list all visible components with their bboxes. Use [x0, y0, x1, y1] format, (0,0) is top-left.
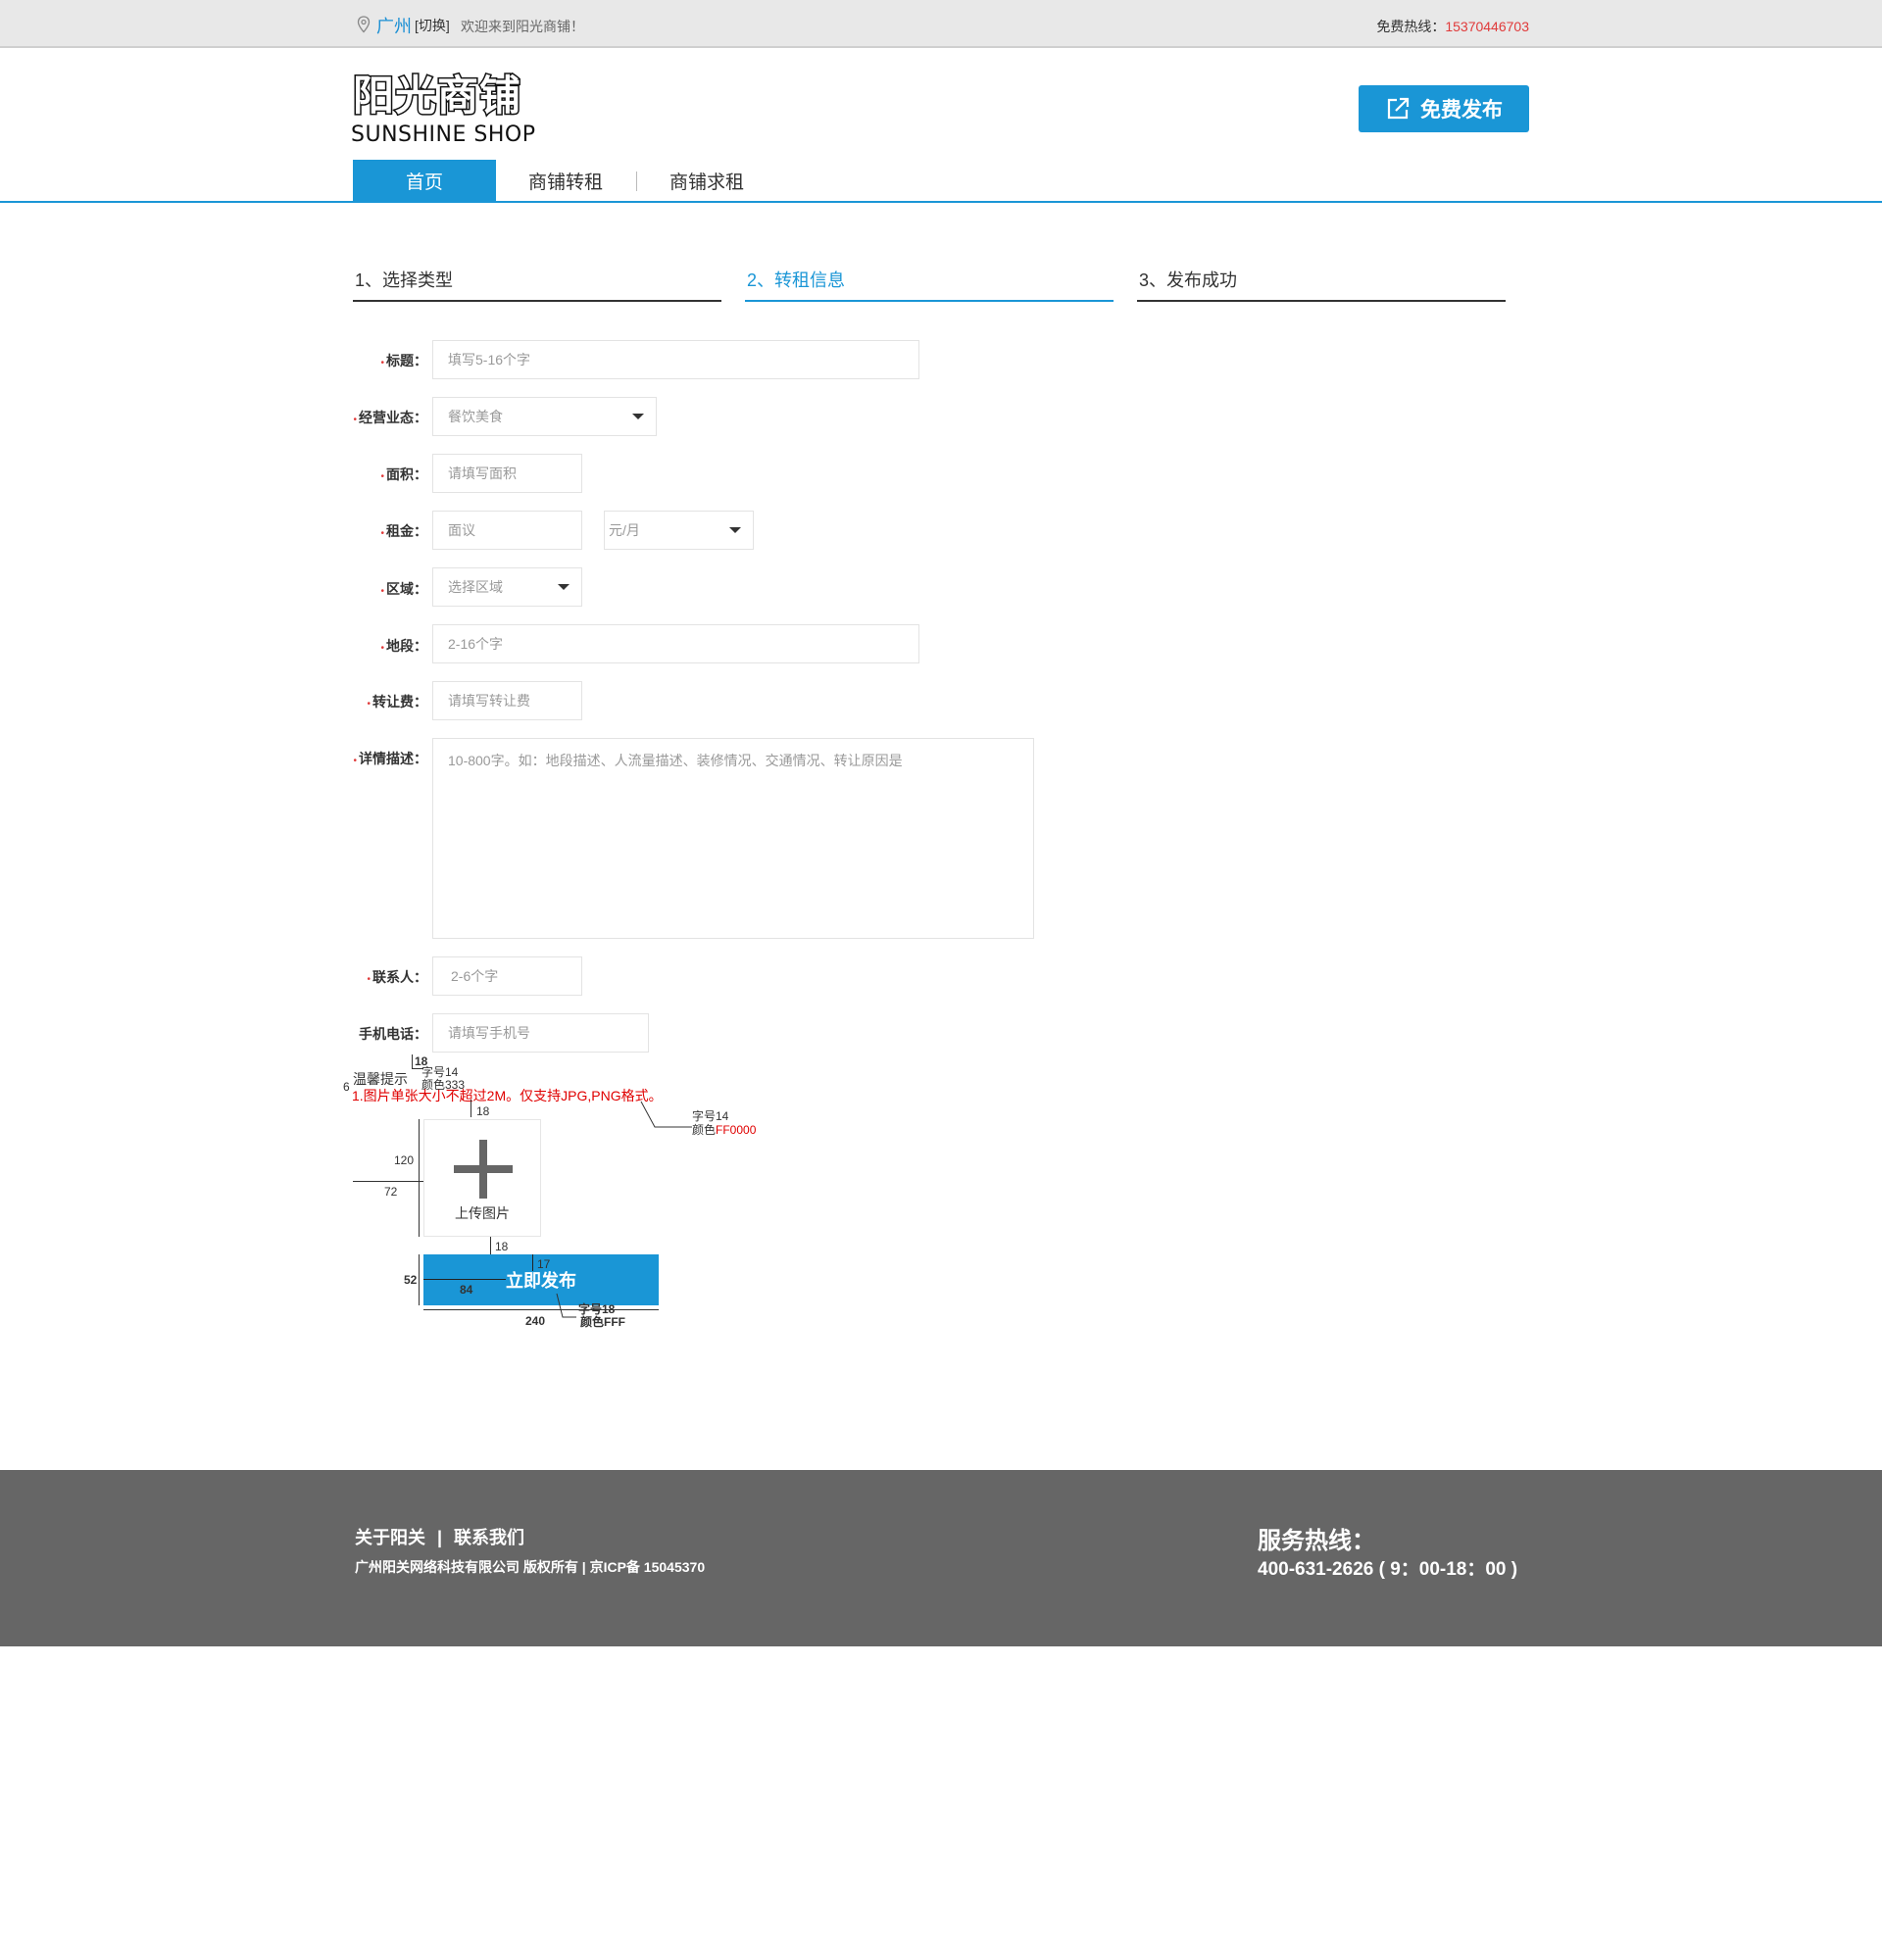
region-label: • 区域：: [380, 581, 427, 597]
description-textarea[interactable]: 10-800字。如：地段描述、人流量描述、装修情况、交通情况、转让原因是: [432, 738, 1034, 939]
spec-red-font-size: 字号14: [692, 1109, 729, 1123]
spec-line: [419, 1119, 420, 1237]
spec-label-18-b: 18: [476, 1104, 490, 1118]
spec-line: [423, 1279, 506, 1280]
spec-label-6: 6: [343, 1080, 350, 1094]
upload-image-button[interactable]: 上传图片: [423, 1119, 541, 1237]
description-label: • 详情描述：: [353, 751, 427, 766]
edit-external-icon: [1387, 97, 1410, 120]
welcome-text: 欢迎来到阳光商铺！: [461, 19, 584, 34]
business-type-label: • 经营业态：: [353, 410, 427, 425]
step-select-type: 1、选择类型: [353, 267, 721, 302]
footer: 关于阳关 | 联系我们 广州阳关网络科技有限公司 版权所有 | 京ICP备 1504…: [0, 1470, 1882, 1646]
main-nav: 首页 商铺转租 商铺求租: [0, 160, 1882, 203]
footer-separator: |: [437, 1528, 443, 1547]
nav-item-shop-wanted[interactable]: 商铺求租: [635, 160, 778, 201]
section-input[interactable]: 2-16个字: [432, 624, 919, 663]
current-city-link[interactable]: 广州: [376, 13, 412, 38]
footer-links: 关于阳关 | 联系我们: [355, 1524, 524, 1549]
phone-label: 手机电话：: [359, 1026, 427, 1042]
switch-city-link[interactable]: [切换]: [415, 16, 450, 35]
contact-label: • 联系人：: [367, 969, 427, 985]
area-input[interactable]: 请填写面积: [432, 454, 582, 493]
hotline-label: 免费热线：: [1376, 19, 1446, 34]
transfer-fee-label: • 转让费：: [367, 694, 427, 710]
nav-item-home[interactable]: 首页: [353, 160, 496, 201]
site-logo[interactable]: 阳光商铺 SUNSHINE SHOP: [351, 71, 547, 153]
area-label: • 面积：: [380, 466, 427, 482]
footer-contact-link[interactable]: 联系我们: [454, 1528, 524, 1547]
title-label: • 标题：: [380, 353, 427, 368]
hotline: 免费热线：15370446703: [1376, 17, 1529, 36]
spec-line: [412, 1054, 413, 1068]
service-hotline-number: 400-631-2626 ( 9：00-18：00 ): [1258, 1559, 1518, 1580]
spec-label-72: 72: [384, 1185, 398, 1199]
hotline-number: 15370446703: [1445, 19, 1529, 34]
spec-color-333: 颜色333: [421, 1078, 466, 1092]
spec-line: [423, 1309, 659, 1310]
rent-unit-select[interactable]: 元/月: [604, 511, 754, 550]
tips-text: 1.图片单张大小不超过2M。仅支持JPG,PNG格式。: [352, 1088, 663, 1103]
title-input[interactable]: 填写5-16个字: [432, 340, 919, 379]
spec-label-52: 52: [404, 1273, 418, 1287]
rent-label: • 租金：: [380, 523, 427, 539]
spec-color-fff: 颜色FFF: [580, 1315, 625, 1329]
plus-icon-vertical: [479, 1140, 487, 1199]
section-label: • 地段：: [380, 638, 427, 654]
spec-font-size-18: 字号18: [578, 1302, 616, 1316]
business-type-select[interactable]: 餐饮美食: [432, 397, 657, 436]
spec-red-color: 颜色FF0000: [692, 1123, 757, 1137]
rent-input[interactable]: 面议: [432, 511, 582, 550]
step-transfer-info: 2、转租信息: [745, 267, 1114, 302]
service-hotline-title: 服务热线：: [1258, 1528, 1375, 1554]
spec-label-240: 240: [525, 1314, 546, 1328]
transfer-fee-input[interactable]: 请填写转让费: [432, 681, 582, 720]
spec-line: [419, 1254, 420, 1305]
free-publish-button[interactable]: 免费发布: [1359, 85, 1529, 132]
spec-label-120: 120: [394, 1153, 415, 1167]
spec-line: [532, 1254, 533, 1271]
spec-leader-line-2: [556, 1293, 576, 1318]
phone-input[interactable]: 请填写手机号: [432, 1013, 649, 1053]
spec-label-18-c: 18: [495, 1240, 509, 1253]
footer-copyright: 广州阳关网络科技有限公司 版权所有 | 京ICP备 15045370: [355, 1559, 706, 1575]
nav-item-shop-transfer[interactable]: 商铺转租: [494, 160, 637, 201]
contact-input[interactable]: 2-6个字: [432, 956, 582, 996]
spec-line: [490, 1237, 491, 1254]
free-publish-label: 免费发布: [1420, 99, 1503, 122]
spec-line: [470, 1100, 471, 1117]
footer-about-link[interactable]: 关于阳关: [355, 1528, 425, 1547]
upload-image-label: 上传图片: [455, 1205, 510, 1221]
top-bar: 广州 [切换] 欢迎来到阳光商铺！ 免费热线：15370446703: [0, 0, 1882, 48]
region-select[interactable]: 选择区域: [432, 567, 582, 607]
step-publish-success: 3、发布成功: [1137, 267, 1506, 302]
spec-line: [353, 1181, 423, 1182]
spec-leader-line: [640, 1101, 692, 1128]
spec-label-84: 84: [460, 1283, 473, 1297]
location-pin-icon: [357, 16, 371, 33]
logo-cn-text: 阳光商铺: [353, 72, 521, 120]
spec-label-17: 17: [537, 1257, 551, 1271]
logo-en-text: SUNSHINE SHOP: [351, 122, 535, 147]
spec-font-size-14: 字号14: [421, 1065, 459, 1079]
